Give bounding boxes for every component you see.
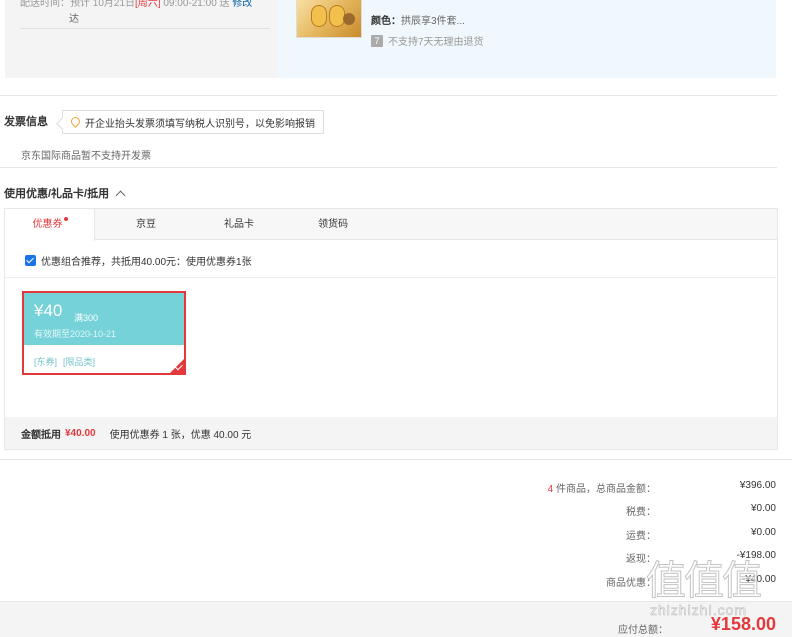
invoice-tip-text: 开企业抬头发票须填写纳税人识别号，以免影响报销 xyxy=(85,118,315,130)
divider xyxy=(0,167,777,168)
invoice-title: 发票信息 xyxy=(4,116,48,128)
divider xyxy=(0,459,792,460)
product-info: 颜色：拱辰享3件套... 7 不支持7天无理由退货 xyxy=(277,0,776,78)
tab-gift-card[interactable]: 礼品卡 xyxy=(194,209,284,240)
coupon-expiry: 有效期至2020-10-21 xyxy=(34,329,117,339)
discount-tabs: 优惠券 京豆 礼品卡 领货码 xyxy=(5,209,777,241)
recommend-text: 优惠组合推荐，共抵用40.00元：使用优惠券1张 xyxy=(41,257,252,268)
coupon-header: ¥40 满300 有效期至2020-10-21 xyxy=(24,293,184,345)
delivery-time-text: 配送时间：预计 10月21日 xyxy=(20,0,136,9)
color-value: 拱辰享3件套... xyxy=(401,16,465,27)
coupon-threshold: 满300 xyxy=(74,313,99,323)
recommend-combo[interactable]: 优惠组合推荐，共抵用40.00元：使用优惠券1张 xyxy=(25,253,252,268)
footer-label: 金额抵用 xyxy=(21,429,61,441)
item-count: 4 xyxy=(547,484,554,495)
coupon-tag: [限品类] xyxy=(63,357,96,367)
color-label: 颜色： xyxy=(371,16,401,27)
summary-shipping-label: 运费： xyxy=(626,531,656,542)
summary-tax-label: 税费： xyxy=(626,507,656,518)
new-dot-icon xyxy=(63,217,68,221)
summary-label-text: 件商品，总商品金额： xyxy=(556,484,656,495)
summary-cashback-label: 返现： xyxy=(626,554,656,565)
coupon-tag: [东券] xyxy=(34,357,58,367)
discount-panel: 优惠券 京豆 礼品卡 领货码 优惠组合推荐，共抵用40.00元：使用优惠券1张 … xyxy=(4,208,778,450)
tab-label: 京豆 xyxy=(136,219,156,230)
chevron-up-icon xyxy=(115,190,126,200)
summary-shipping: 运费： ¥0.00 xyxy=(496,527,776,542)
product-thumbnail[interactable] xyxy=(296,0,362,38)
delivery-info: 配送时间：预计 10月21日[周六] 09:00-21:00 送 修改 达 xyxy=(5,0,275,78)
invoice-tip: 开企业抬头发票须填写纳税人识别号，以免影响报销 xyxy=(62,110,324,134)
delivery-time: 配送时间：预计 10月21日[周六] 09:00-21:00 送 修改 xyxy=(20,0,252,9)
divider xyxy=(0,95,777,96)
discount-section-title: 使用优惠/礼品卡/抵用 xyxy=(4,188,110,200)
summary-tax: 税费： ¥0.00 xyxy=(496,503,776,518)
no-return-icon: 7 xyxy=(371,34,383,47)
watermark: 值值值 zhizhizhi.com xyxy=(642,548,792,628)
watermark-logo: 值值值 xyxy=(646,558,763,605)
delivery-weekday: [周六] xyxy=(135,0,161,9)
tab-coupons[interactable]: 优惠券 xyxy=(5,209,95,241)
tab-label: 礼品卡 xyxy=(224,219,254,230)
summary-total-value: ¥396.00 xyxy=(739,480,776,491)
delivery-tail-text: 达 xyxy=(69,14,79,25)
no-return-notice: 7 不支持7天无理由退货 xyxy=(371,33,484,48)
footer-desc: 使用优惠券 1 张，优惠 40.00 元 xyxy=(109,429,252,441)
summary-total-label: 4 件商品，总商品金额： xyxy=(496,480,656,495)
discount-footer: 金额抵用 ¥40.00 使用优惠券 1 张，优惠 40.00 元 xyxy=(5,417,777,449)
tab-label: 领货码 xyxy=(318,219,348,230)
coupon-card[interactable]: ¥40 满300 有效期至2020-10-21 [东券] [限品类] xyxy=(22,291,186,375)
tab-label: 优惠券 xyxy=(32,219,63,230)
checkbox-checked[interactable] xyxy=(25,255,36,266)
summary-shipping-value: ¥0.00 xyxy=(750,527,776,538)
divider xyxy=(20,28,270,29)
invoice-note: 京东国际商品暂不支持开发票 xyxy=(21,151,151,162)
footer-amount: ¥40.00 xyxy=(65,427,96,439)
divider xyxy=(5,277,777,278)
tab-redeem-code[interactable]: 领货码 xyxy=(288,209,378,240)
discount-section-toggle[interactable]: 使用优惠/礼品卡/抵用 xyxy=(4,185,126,201)
shipment-section: 配送时间：预计 10月21日[周六] 09:00-21:00 送 修改 达 颜色… xyxy=(5,0,776,78)
summary-discount-label: 商品优惠： xyxy=(606,578,656,589)
watermark-text: zhizhizhi.com xyxy=(650,602,748,619)
tip-pin-icon xyxy=(71,117,80,128)
tab-jingdou[interactable]: 京豆 xyxy=(101,209,191,240)
summary-total: 4 件商品，总商品金额： ¥396.00 xyxy=(496,480,776,495)
coupon-tags: [东券] [限品类] xyxy=(34,355,101,368)
summary-tax-value: ¥0.00 xyxy=(750,503,776,514)
coupon-amount: ¥40 xyxy=(34,301,63,320)
delivery-hours: 09:00-21:00 送 xyxy=(160,0,230,9)
modify-delivery-link[interactable]: 修改 xyxy=(232,0,252,9)
product-color: 颜色：拱辰享3件套... xyxy=(371,12,465,27)
no-return-text: 不支持7天无理由退货 xyxy=(388,37,484,48)
